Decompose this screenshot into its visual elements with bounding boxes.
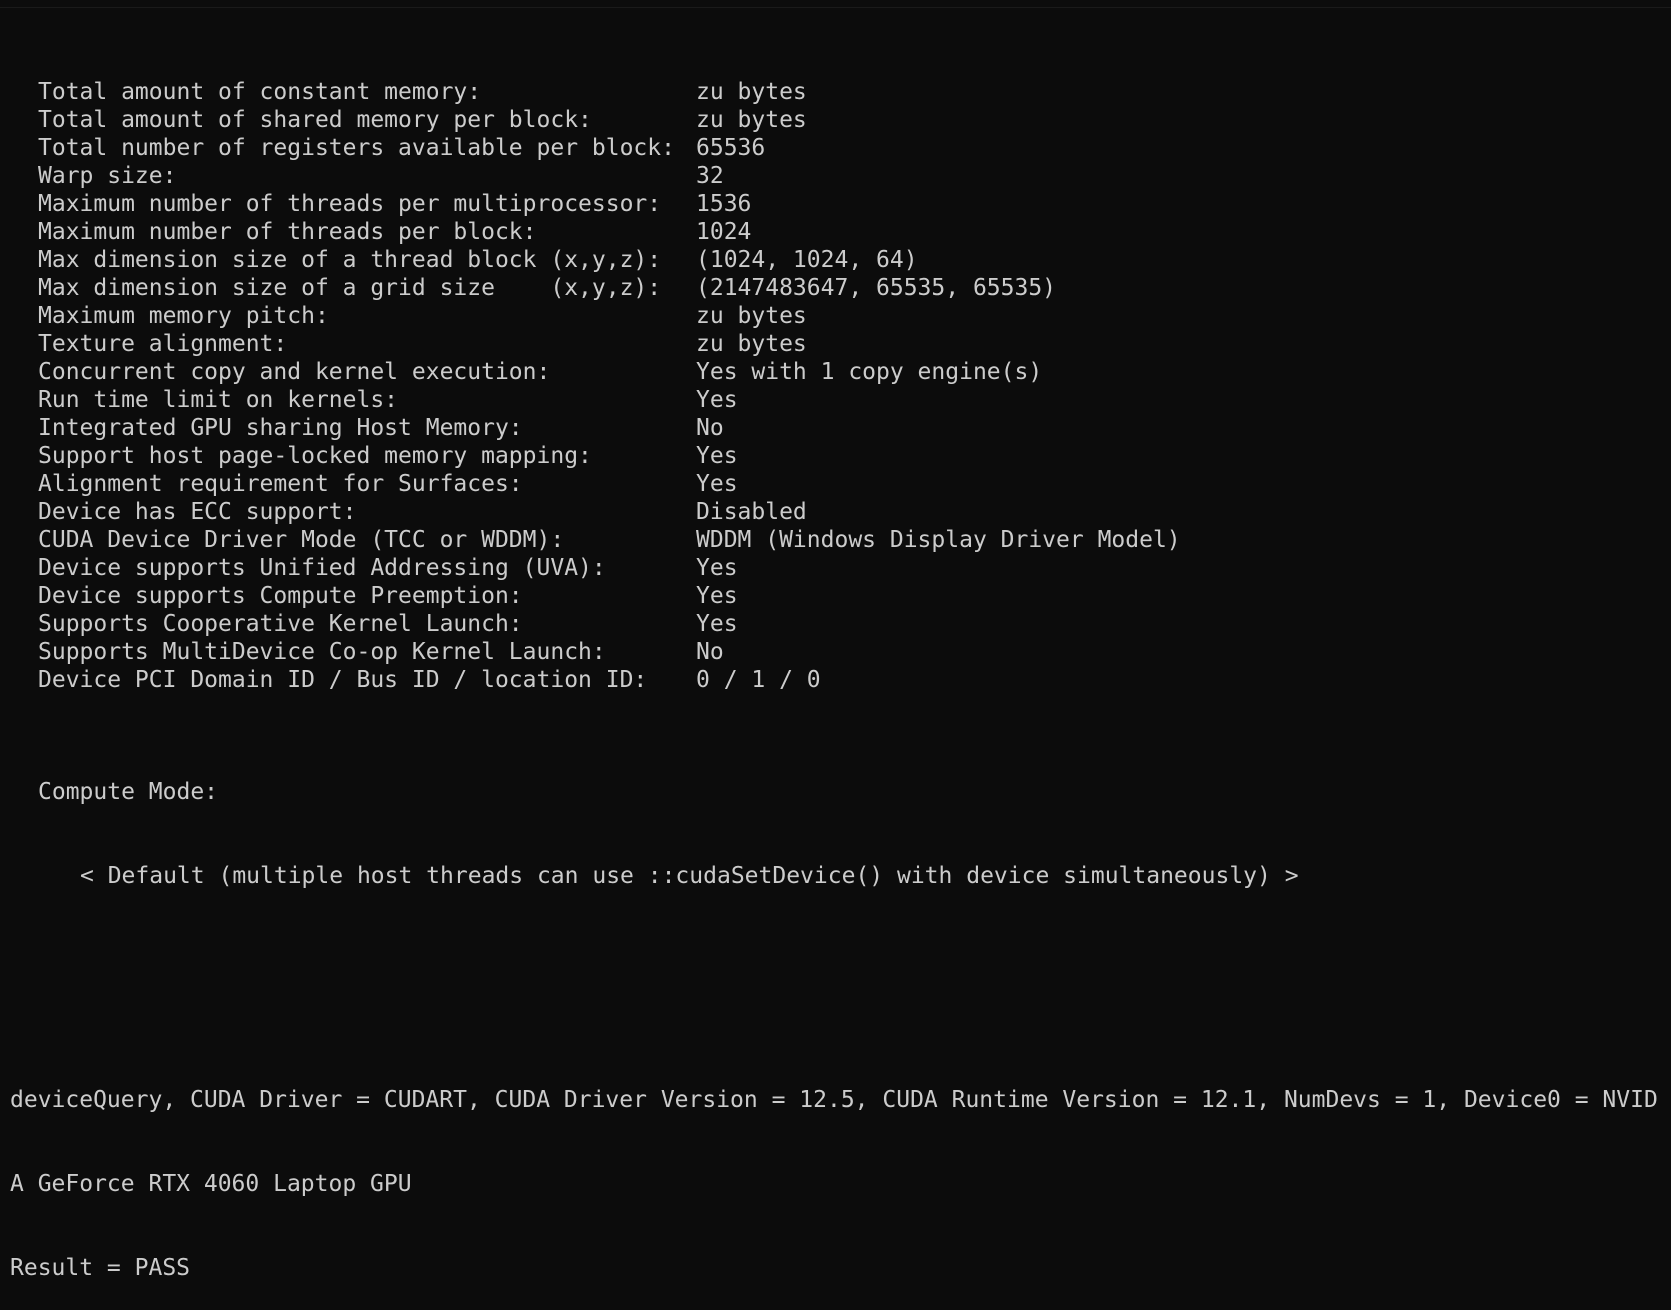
property-row: Max dimension size of a thread block (x,… — [10, 246, 1665, 274]
property-label: Texture alignment: — [38, 331, 288, 357]
property-row: Supports Cooperative Kernel Launch: Yes — [10, 610, 1665, 638]
property-value: 65536 — [696, 135, 766, 161]
property-label: Integrated GPU sharing Host Memory: — [38, 415, 523, 441]
property-value: zu bytes — [696, 303, 807, 329]
property-row: Supports MultiDevice Co-op Kernel Launch… — [10, 638, 1665, 666]
property-value: WDDM (Windows Display Driver Model) — [696, 527, 1181, 553]
property-row: Device has ECC support: Disabled — [10, 498, 1665, 526]
property-row: Run time limit on kernels: Yes — [10, 386, 1665, 414]
property-value: 32 — [696, 163, 724, 189]
property-value: Yes — [696, 555, 738, 581]
property-label: Concurrent copy and kernel execution: — [38, 359, 551, 385]
property-label: Device PCI Domain ID / Bus ID / location… — [38, 667, 648, 693]
property-label: Support host page-locked memory mapping: — [38, 443, 592, 469]
compute-mode-row: Compute Mode: — [10, 778, 1665, 806]
terminal-output[interactable]: Total amount of constant memory: zu bytes… — [10, 22, 1665, 1310]
property-label: Maximum number of threads per multiproce… — [38, 191, 662, 217]
property-label: Supports Cooperative Kernel Launch: — [38, 611, 523, 637]
property-label: Device supports Compute Preemption: — [38, 583, 523, 609]
property-row: Support host page-locked memory mapping:… — [10, 442, 1665, 470]
property-value: zu bytes — [696, 331, 807, 357]
property-row: CUDA Device Driver Mode (TCC or WDDM): WD… — [10, 526, 1665, 554]
result-line: Result = PASS — [10, 1255, 191, 1281]
property-value: Yes — [696, 471, 738, 497]
property-row: Maximum number of threads per multiproce… — [10, 190, 1665, 218]
property-label: Device supports Unified Addressing (UVA)… — [38, 555, 606, 581]
property-value: Yes — [696, 443, 738, 469]
property-label: Total amount of constant memory: — [38, 79, 482, 105]
property-row: Concurrent copy and kernel execution: Yes… — [10, 358, 1665, 386]
property-value: Disabled — [696, 499, 807, 525]
property-value: Yes — [696, 583, 738, 609]
property-value: No — [696, 639, 724, 665]
property-value: Yes — [696, 387, 738, 413]
property-value: Yes — [696, 611, 738, 637]
window-top-divider — [0, 7, 1671, 8]
property-label: Maximum number of threads per block: — [38, 219, 537, 245]
property-label: Max dimension size of a grid size (x,y,z… — [38, 275, 662, 301]
property-label: Alignment requirement for Surfaces: — [38, 471, 523, 497]
property-row: Total number of registers available per … — [10, 134, 1665, 162]
property-value: Yes with 1 copy engine(s) — [696, 359, 1043, 385]
property-label: Warp size: — [38, 163, 177, 189]
summary-line-2: A GeForce RTX 4060 Laptop GPU — [10, 1171, 412, 1197]
property-label: Total number of registers available per … — [38, 135, 675, 161]
property-label: Run time limit on kernels: — [38, 387, 399, 413]
summary-line-1: deviceQuery, CUDA Driver = CUDART, CUDA … — [10, 1087, 1658, 1113]
property-value: 1536 — [696, 191, 752, 217]
property-value: zu bytes — [696, 79, 807, 105]
property-row: Texture alignment: zu bytes — [10, 330, 1665, 358]
property-label: Supports MultiDevice Co-op Kernel Launch… — [38, 639, 606, 665]
property-row: Total amount of constant memory: zu bytes — [10, 78, 1665, 106]
compute-mode-value: < Default (multiple host threads can use… — [80, 863, 1299, 889]
property-label: CUDA Device Driver Mode (TCC or WDDM): — [38, 527, 565, 553]
property-value: zu bytes — [696, 107, 807, 133]
property-value: No — [696, 415, 724, 441]
property-row: Total amount of shared memory per block:… — [10, 106, 1665, 134]
property-label: Device has ECC support: — [38, 499, 357, 525]
device-properties-list: Total amount of constant memory: zu bytes… — [10, 78, 1665, 694]
property-row: Maximum number of threads per block: 1024 — [10, 218, 1665, 246]
window-top-edge — [0, 0, 1671, 7]
property-value: 0 / 1 / 0 — [696, 667, 821, 693]
property-label: Total amount of shared memory per block: — [38, 107, 592, 133]
property-row: Alignment requirement for Surfaces: Yes — [10, 470, 1665, 498]
property-value: (1024, 1024, 64) — [696, 247, 918, 273]
property-row: Warp size: 32 — [10, 162, 1665, 190]
property-row: Maximum memory pitch: zu bytes — [10, 302, 1665, 330]
property-value: (2147483647, 65535, 65535) — [696, 275, 1057, 301]
compute-mode-value-row: < Default (multiple host threads can use… — [10, 862, 1665, 890]
property-row: Device supports Compute Preemption: Yes — [10, 582, 1665, 610]
property-row: Integrated GPU sharing Host Memory: No — [10, 414, 1665, 442]
property-row: Device supports Unified Addressing (UVA)… — [10, 554, 1665, 582]
property-row: Max dimension size of a grid size (x,y,z… — [10, 274, 1665, 302]
property-label: Max dimension size of a thread block (x,… — [38, 247, 662, 273]
property-value: 1024 — [696, 219, 752, 245]
property-label: Maximum memory pitch: — [38, 303, 329, 329]
property-row: Device PCI Domain ID / Bus ID / location… — [10, 666, 1665, 694]
compute-mode-label: Compute Mode: — [38, 779, 219, 805]
